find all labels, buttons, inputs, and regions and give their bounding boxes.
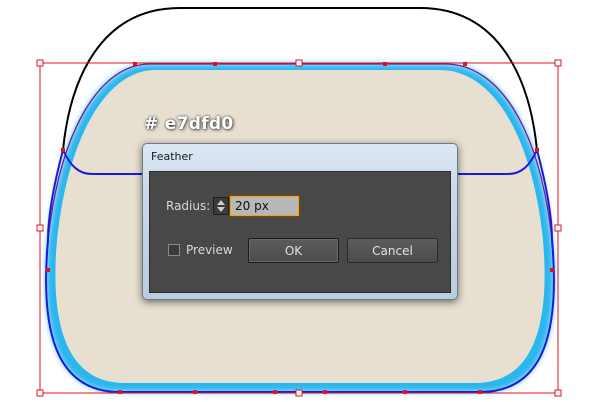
radius-input[interactable]: 20 px: [229, 195, 300, 217]
preview-label[interactable]: Preview: [186, 243, 233, 257]
anchor-point[interactable]: [478, 390, 482, 394]
anchor-point[interactable]: [323, 390, 327, 394]
handle-top-right[interactable]: [554, 59, 562, 67]
stepper-down-icon[interactable]: [217, 207, 225, 212]
dialog-title: Feather: [151, 150, 193, 163]
handle-bottom-center[interactable]: [295, 389, 303, 397]
anchor-point[interactable]: [193, 390, 197, 394]
anchor-point[interactable]: [273, 390, 277, 394]
handle-bottom-left[interactable]: [36, 389, 44, 397]
anchor-point[interactable]: [550, 268, 554, 272]
handle-middle-right[interactable]: [554, 224, 562, 232]
anchor-point[interactable]: [61, 148, 65, 152]
anchor-point[interactable]: [403, 390, 407, 394]
handle-top-left[interactable]: [36, 59, 44, 67]
anchor-point[interactable]: [118, 390, 122, 394]
radius-stepper[interactable]: [213, 197, 229, 215]
anchor-point[interactable]: [133, 62, 137, 66]
preview-checkbox[interactable]: [168, 244, 180, 256]
feather-dialog: Feather Radius: 20 px Preview OK Cancel: [142, 143, 458, 300]
handle-bottom-right[interactable]: [554, 389, 562, 397]
anchor-point[interactable]: [383, 62, 387, 66]
stepper-up-icon[interactable]: [217, 200, 225, 205]
radius-label: Radius:: [166, 199, 211, 213]
handle-middle-left[interactable]: [36, 224, 44, 232]
ok-button[interactable]: OK: [248, 238, 339, 263]
color-hex-label: # e7dfd0: [144, 114, 234, 134]
anchor-point[interactable]: [463, 62, 467, 66]
dialog-body: Radius: 20 px Preview OK Cancel: [149, 171, 451, 293]
anchor-point[interactable]: [535, 148, 539, 152]
anchor-point[interactable]: [46, 268, 50, 272]
cancel-button[interactable]: Cancel: [347, 238, 438, 263]
handle-top-center[interactable]: [295, 59, 303, 67]
anchor-point[interactable]: [213, 62, 217, 66]
